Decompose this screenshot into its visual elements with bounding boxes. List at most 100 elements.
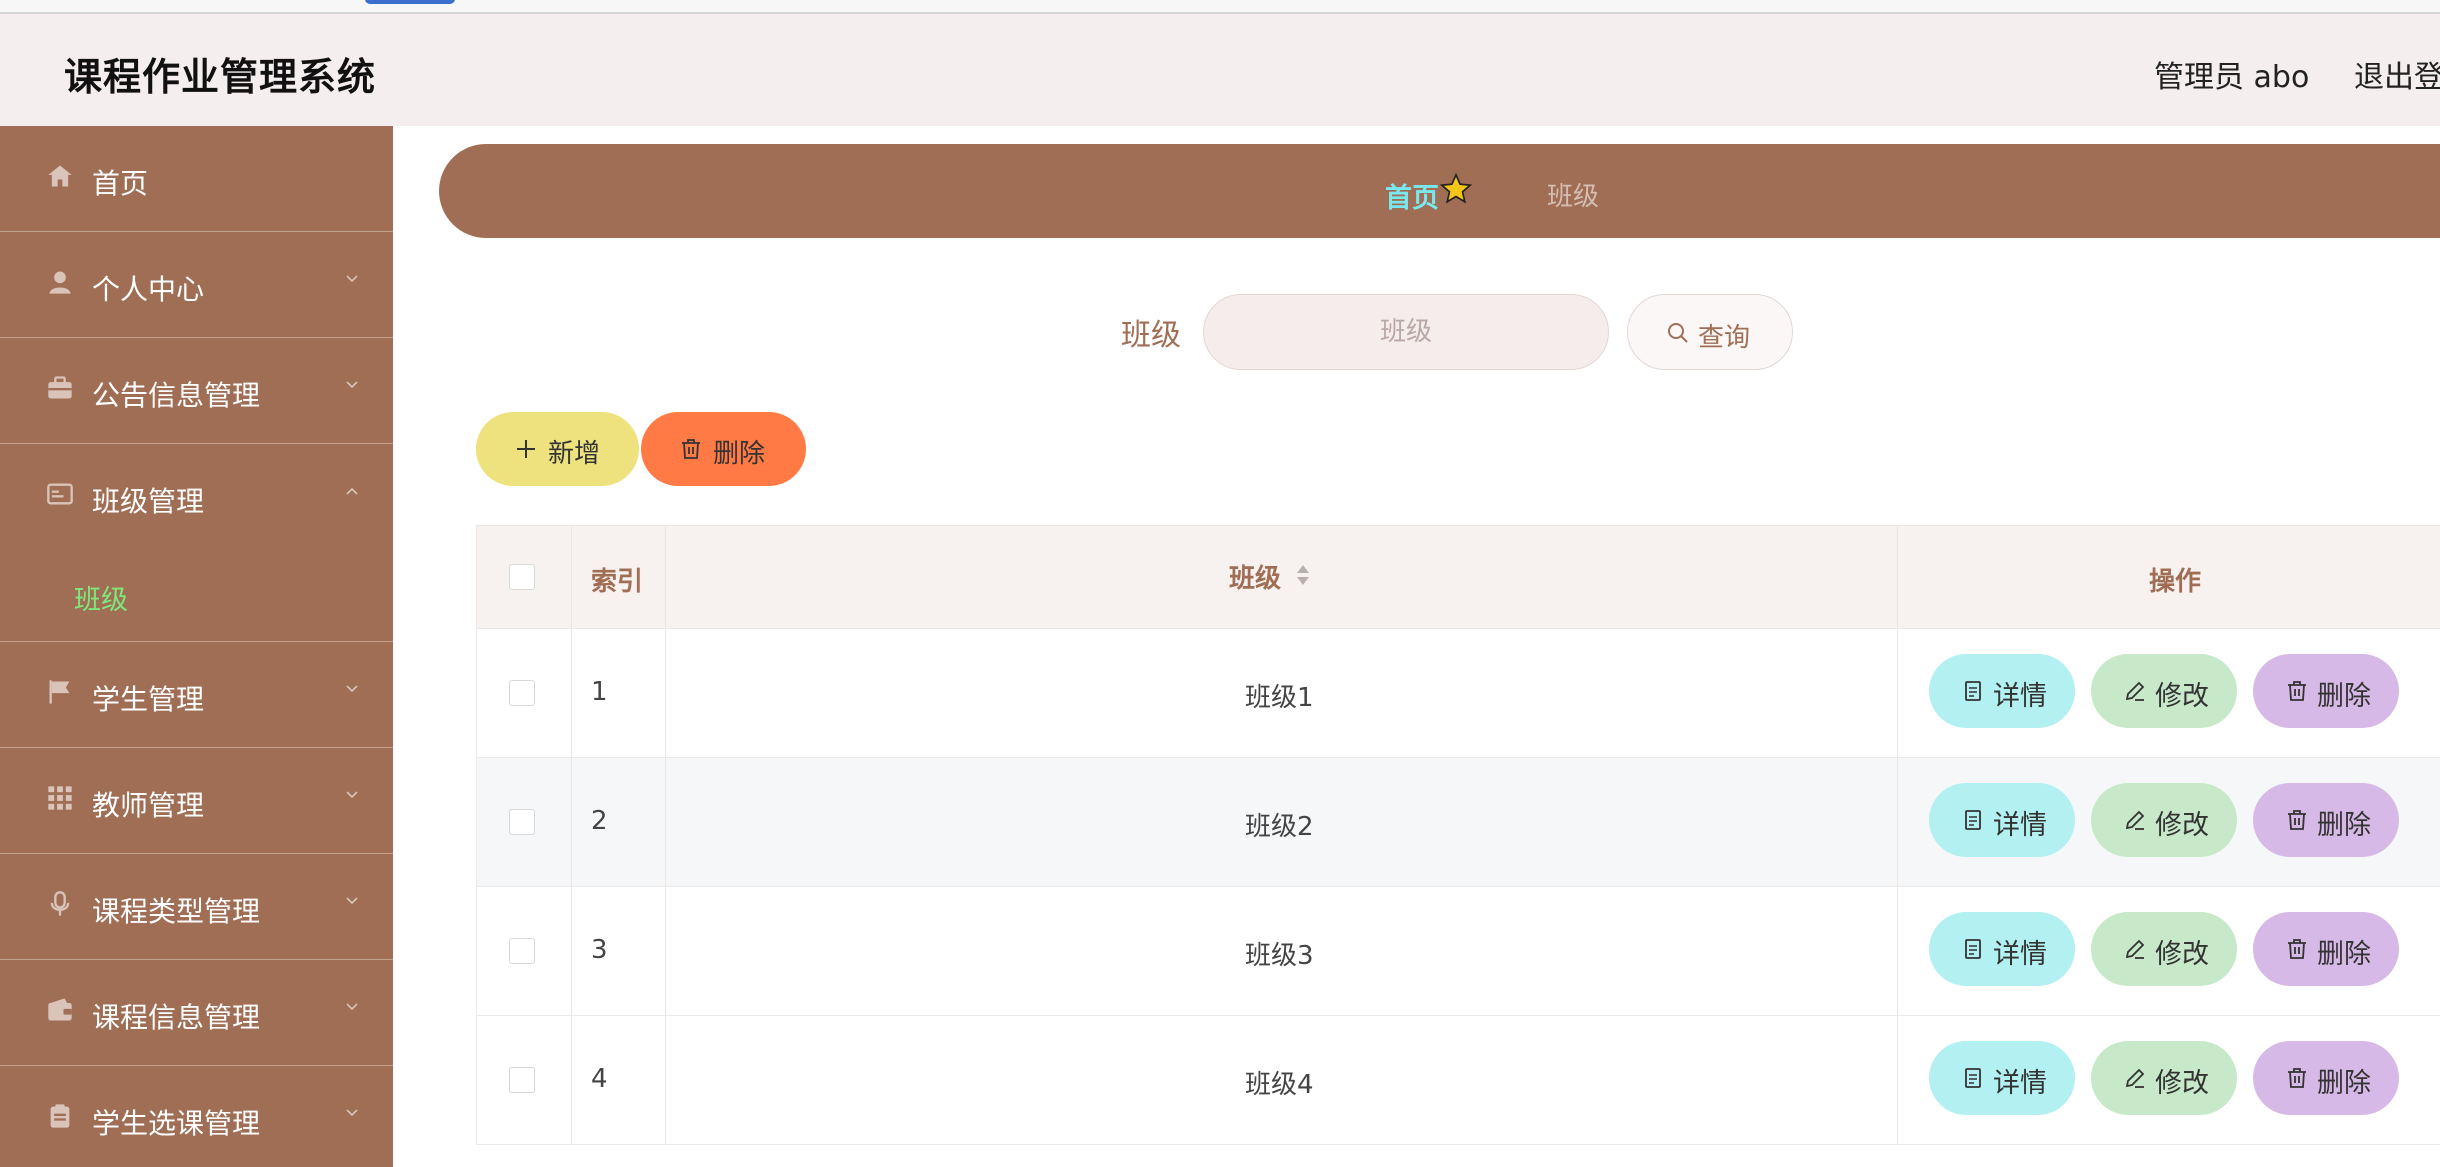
browser-top-strip: [0, 0, 2440, 14]
sidebar-item-teacher-management[interactable]: 教师管理: [0, 748, 393, 854]
user-icon: [49, 271, 71, 294]
row-checkbox[interactable]: [509, 680, 535, 706]
sidebar-subitem-class[interactable]: 班级: [0, 550, 393, 642]
sidebar-item-label: 个人中心: [92, 273, 205, 306]
delete-button[interactable]: 删除: [2253, 1041, 2399, 1115]
document-icon: [1965, 810, 1981, 830]
delete-button[interactable]: 删除: [2253, 783, 2399, 857]
edit-pen-icon: [2125, 1068, 2145, 1088]
document-icon: [1965, 681, 1981, 701]
document-icon: [1965, 939, 1981, 959]
table-row: 4 班级4 详情 修改 删除: [476, 1016, 2440, 1145]
row-class-name: 班级1: [1245, 683, 1314, 713]
main-content: 首页 班级 班级 查询 新增 删除 索引 班级: [393, 126, 2440, 1167]
sidebar-item-label: 课程类型管理: [92, 895, 261, 928]
edit-button[interactable]: 修改: [2091, 783, 2237, 857]
sidebar-item-student-management[interactable]: 学生管理: [0, 642, 393, 748]
edit-button[interactable]: 修改: [2091, 1041, 2237, 1115]
column-divider: [665, 887, 666, 1015]
sidebar-item-label: 学生选课管理: [92, 1107, 261, 1140]
sidebar-item-label: 公告信息管理: [92, 379, 261, 412]
detail-button[interactable]: 详情: [1929, 654, 2075, 728]
star-icon: [1439, 172, 1473, 204]
row-checkbox[interactable]: [509, 809, 535, 835]
add-button[interactable]: 新增: [476, 412, 639, 486]
chevron-down-icon: [346, 685, 358, 693]
chevron-up-icon: [346, 487, 358, 495]
chevron-down-icon: [346, 791, 358, 799]
sidebar-item-class-management[interactable]: 班级管理: [0, 444, 393, 550]
trash-icon: [2288, 939, 2306, 959]
delete-button[interactable]: 删除: [2253, 654, 2399, 728]
delete-button[interactable]: 删除: [2253, 912, 2399, 986]
app-title: 课程作业管理系统: [64, 55, 377, 99]
row-index: 1: [591, 677, 608, 707]
sidebar-item-course-info-management[interactable]: 课程信息管理: [0, 960, 393, 1066]
select-all-checkbox[interactable]: [509, 564, 535, 590]
delete-button-label: 删除: [2317, 810, 2371, 841]
class-search-input[interactable]: [1203, 294, 1609, 370]
column-divider: [571, 526, 572, 628]
row-index: 2: [591, 806, 608, 836]
detail-button-label: 详情: [1993, 681, 2047, 712]
column-divider: [571, 1016, 572, 1144]
header-class[interactable]: 班级: [1229, 558, 1281, 595]
chevron-down-icon: [346, 1109, 358, 1117]
wallet-icon: [48, 998, 72, 1021]
search-button[interactable]: 查询: [1627, 294, 1793, 370]
sidebar: 首页 个人中心 公告信息管理 班级管理 班级 学生管理 教师管理 课程类型管理 …: [0, 126, 393, 1167]
column-divider: [571, 629, 572, 757]
flag-icon: [49, 680, 70, 704]
detail-button[interactable]: 详情: [1929, 912, 2075, 986]
edit-button[interactable]: 修改: [2091, 912, 2237, 986]
briefcase-icon: [48, 376, 72, 399]
home-icon: [48, 165, 72, 187]
edit-button-label: 修改: [2155, 1068, 2209, 1099]
edit-pen-icon: [2125, 681, 2145, 701]
chevron-down-icon: [346, 381, 358, 389]
search-label: 班级: [1121, 318, 1181, 353]
page: 课程作业管理系统 管理员 abo 退出登 首页 个人中心 公告信息管理 班级管理: [0, 0, 2440, 1167]
sort-icon[interactable]: [1294, 562, 1312, 588]
logout-button[interactable]: 退出登: [2354, 52, 2440, 96]
sidebar-item-home[interactable]: 首页: [0, 126, 393, 232]
sidebar-item-label: 首页: [92, 167, 149, 200]
sidebar-item-course-selection-management[interactable]: 学生选课管理: [0, 1066, 393, 1167]
edit-button-label: 修改: [2155, 681, 2209, 712]
column-divider: [571, 887, 572, 1015]
top-header: 课程作业管理系统 管理员 abo 退出登: [0, 14, 2440, 126]
chevron-down-icon: [346, 1003, 358, 1011]
sidebar-item-personal-center[interactable]: 个人中心: [0, 232, 393, 338]
row-index: 3: [591, 935, 608, 965]
trash-icon: [2288, 681, 2306, 701]
row-checkbox[interactable]: [509, 1067, 535, 1093]
document-icon: [1965, 1068, 1981, 1088]
row-class-name: 班级2: [1245, 812, 1314, 842]
column-divider: [665, 629, 666, 757]
header-index: 索引: [591, 567, 644, 597]
row-checkbox[interactable]: [509, 938, 535, 964]
breadcrumb-home-link[interactable]: 首页: [1385, 176, 1439, 215]
add-button-label: 新增: [548, 439, 601, 469]
delete-button-label: 删除: [2317, 681, 2371, 712]
sidebar-item-label: 学生管理: [92, 683, 205, 716]
sidebar-item-notice-management[interactable]: 公告信息管理: [0, 338, 393, 444]
table-row: 2 班级2 详情 修改 删除: [476, 758, 2440, 887]
column-divider: [1897, 758, 1898, 886]
breadcrumb-current: 班级: [1547, 182, 1600, 212]
microphone-icon: [50, 891, 70, 916]
column-divider: [571, 758, 572, 886]
detail-button[interactable]: 详情: [1929, 783, 2075, 857]
sidebar-item-label: 课程信息管理: [92, 1001, 261, 1034]
column-divider: [1897, 887, 1898, 1015]
trash-icon: [682, 439, 700, 459]
batch-delete-button[interactable]: 删除: [641, 412, 806, 486]
detail-button[interactable]: 详情: [1929, 1041, 2075, 1115]
sidebar-item-course-type-management[interactable]: 课程类型管理: [0, 854, 393, 960]
detail-button-label: 详情: [1993, 1068, 2047, 1099]
row-class-name: 班级3: [1245, 941, 1314, 971]
sidebar-subitem-label: 班级: [74, 585, 128, 616]
row-class-name: 班级4: [1245, 1070, 1314, 1100]
edit-button[interactable]: 修改: [2091, 654, 2237, 728]
column-divider: [665, 1016, 666, 1144]
